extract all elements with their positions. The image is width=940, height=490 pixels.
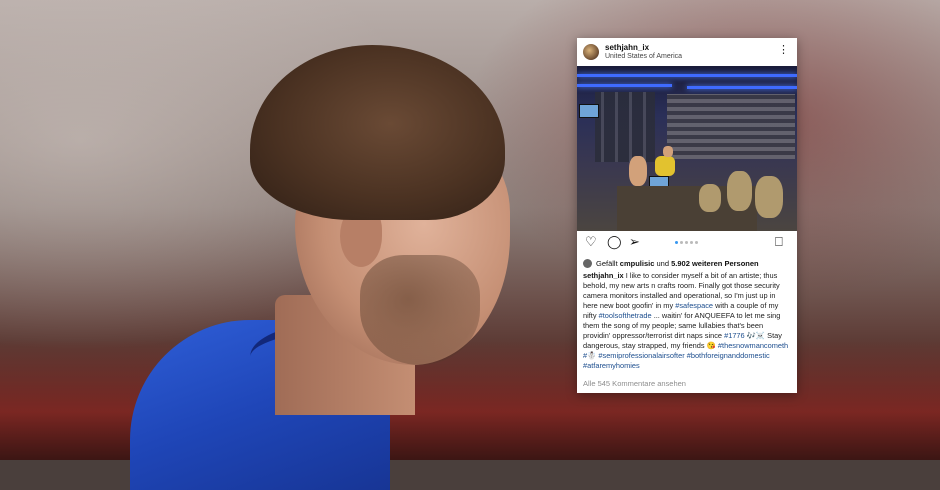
tactical-gear xyxy=(755,176,783,218)
comment-icon[interactable]: ◯ xyxy=(607,235,622,249)
post-header: sethjahn_ix United States of America ⋮ xyxy=(577,38,797,66)
hashtag[interactable]: #semiprofessionalairsofter xyxy=(598,351,684,360)
carousel-dot xyxy=(680,241,683,244)
person-yellow-shirt xyxy=(655,156,675,176)
rifle-wall-left xyxy=(595,92,655,162)
wall-led xyxy=(687,86,797,89)
player-photo xyxy=(60,20,510,490)
bookmark-icon[interactable]: ⎕ xyxy=(775,235,783,249)
user-block: sethjahn_ix United States of America xyxy=(605,43,682,61)
view-all-comments-link[interactable]: Alle 545 Kommentare ansehen xyxy=(583,379,686,388)
carousel-dot xyxy=(675,241,678,244)
carousel-dot xyxy=(685,241,688,244)
post-image[interactable] xyxy=(577,66,797,231)
hashtag[interactable]: #☃️ xyxy=(583,351,596,360)
post-username[interactable]: sethjahn_ix xyxy=(605,43,682,52)
likes-middle: und xyxy=(656,259,669,268)
ceiling-led xyxy=(577,84,672,87)
hashtag[interactable]: #safespace xyxy=(675,301,713,310)
likes-line: Gefällt cmpulisic und 5.902 weiteren Per… xyxy=(583,259,759,268)
rifle-wall-right xyxy=(667,94,795,159)
send-icon[interactable]: ➢ xyxy=(629,235,640,249)
player-beard xyxy=(360,255,480,365)
player-hair xyxy=(250,45,505,220)
hashtag[interactable]: #thesnowmancometh xyxy=(718,341,788,350)
hashtag[interactable]: #bothforeignanddomestic xyxy=(687,351,770,360)
post-actions: ♡ ◯ ➢ ⎕ xyxy=(577,233,797,253)
carousel-dot xyxy=(690,241,693,244)
security-monitor xyxy=(579,104,599,118)
person-head xyxy=(663,146,673,157)
liker-avatar xyxy=(583,259,592,268)
more-options-icon[interactable]: ⋮ xyxy=(778,45,789,56)
likes-count[interactable]: 5.902 weiteren Personen xyxy=(671,259,759,268)
carousel-indicator xyxy=(675,241,698,244)
post-location[interactable]: United States of America xyxy=(605,52,682,61)
hashtag[interactable]: #toolsofthetrade xyxy=(599,311,652,320)
carousel-dot xyxy=(695,241,698,244)
tactical-gear xyxy=(699,184,721,212)
tactical-gear xyxy=(727,171,752,211)
likes-user[interactable]: cmpulisic xyxy=(620,259,655,268)
hashtag[interactable]: #1776 xyxy=(724,331,745,340)
hashtag[interactable]: #atfaremyhomies xyxy=(583,361,640,370)
instagram-post-card: sethjahn_ix United States of America ⋮ ♡… xyxy=(577,38,797,393)
person-seated xyxy=(629,156,647,186)
caption-username[interactable]: sethjahn_ix xyxy=(583,271,624,280)
user-avatar[interactable] xyxy=(583,44,599,60)
ceiling-led xyxy=(577,74,797,77)
post-caption: sethjahn_ix I like to consider myself a … xyxy=(583,271,791,371)
heart-icon[interactable]: ♡ xyxy=(585,235,597,249)
likes-prefix: Gefällt xyxy=(596,259,618,268)
